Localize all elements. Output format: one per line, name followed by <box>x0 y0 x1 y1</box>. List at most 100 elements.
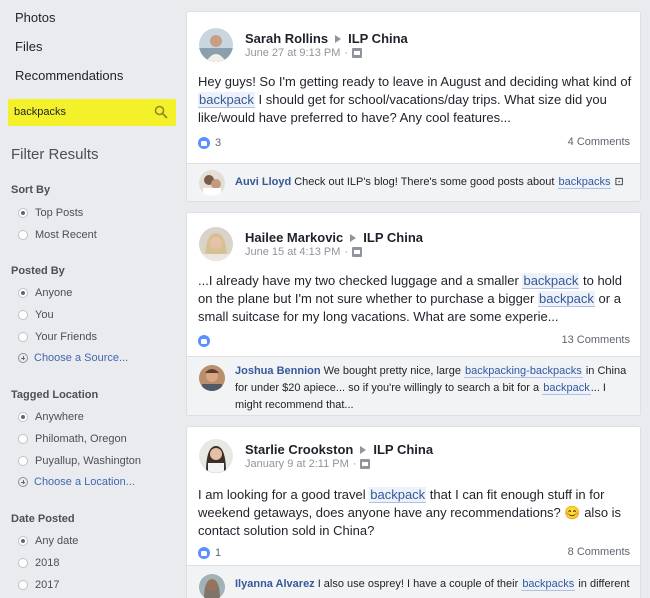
post-meta: January 9 at 2:11 PM · <box>245 458 371 470</box>
date-2017[interactable]: 2017 <box>18 578 59 592</box>
text-segment: in different <box>575 578 630 590</box>
group-name[interactable]: ILP China <box>373 442 433 457</box>
post-meta: June 27 at 9:13 PM · <box>245 47 363 59</box>
post-date[interactable]: June 15 at 4:13 PM <box>245 246 340 258</box>
post-text: Hey guys! So I'm getting ready to leave … <box>198 73 638 127</box>
group-name[interactable]: ILP China <box>363 230 423 245</box>
posted-by-anyone[interactable]: Anyone <box>18 286 72 300</box>
comment-body: Check out ILP's blog! There's some good … <box>294 176 624 189</box>
avatar[interactable] <box>199 28 233 62</box>
text-segment: I am looking for a good travel <box>198 487 370 502</box>
text-segment: I should get for school/vacations/day tr… <box>198 92 607 125</box>
radio-icon <box>18 310 28 320</box>
group-name[interactable]: ILP China <box>348 31 408 46</box>
text-segment: We bought pretty nice, large <box>323 365 464 377</box>
date-2018[interactable]: 2018 <box>18 556 59 570</box>
commenter-avatar[interactable] <box>199 574 225 598</box>
posted-by-you[interactable]: You <box>18 308 54 322</box>
post-header: Hailee Markovic ILP China <box>245 230 423 245</box>
author-name[interactable]: Sarah Rollins <box>245 31 328 46</box>
search-icon[interactable] <box>154 105 168 119</box>
comment-body: I also use osprey! I have a couple of th… <box>318 578 630 591</box>
post-text: I am looking for a good travel backpack … <box>198 486 638 540</box>
sort-most-recent[interactable]: Most Recent <box>18 228 97 242</box>
location-anywhere[interactable]: Anywhere <box>18 410 84 424</box>
like-icon[interactable] <box>198 137 210 149</box>
location-philomath[interactable]: Philomath, Oregon <box>18 432 127 446</box>
filter-results-heading: Filter Results <box>11 146 99 163</box>
comment-text: Ilyanna Alvarez I also use osprey! I have… <box>235 576 635 593</box>
post-date[interactable]: January 9 at 2:11 PM <box>245 458 349 470</box>
radio-selected-icon <box>18 412 28 422</box>
search-highlight: backpack <box>198 92 255 108</box>
commenter-name[interactable]: Joshua Bennion <box>235 365 321 377</box>
commenter-avatar[interactable] <box>199 170 225 196</box>
radio-selected-icon <box>18 288 28 298</box>
choose-location-link[interactable]: Choose a Location... <box>18 475 135 489</box>
comment-count[interactable]: 13 Comments <box>562 334 630 346</box>
nav-photos[interactable]: Photos <box>15 10 55 25</box>
posted-by-heading: Posted By <box>11 265 65 277</box>
radio-icon <box>18 456 28 466</box>
search-query[interactable]: backpacks <box>14 106 66 118</box>
comment-preview: Joshua Bennion We bought pretty nice, lar… <box>187 356 640 415</box>
post-card: Starlie Crookston ILP China January 9 at… <box>186 426 641 598</box>
plus-icon <box>18 353 28 363</box>
search-highlight: backpacks <box>521 578 576 591</box>
group-search-input[interactable]: backpacks <box>8 99 176 126</box>
posted-by-friends[interactable]: Your Friends <box>18 330 97 344</box>
choose-source-link[interactable]: Choose a Source... <box>18 351 128 365</box>
plus-icon <box>18 477 28 487</box>
date-any[interactable]: Any date <box>18 534 78 548</box>
nav-recommendations[interactable]: Recommendations <box>15 68 123 83</box>
search-highlight: backpack <box>369 487 427 503</box>
sort-top-posts[interactable]: Top Posts <box>18 206 83 220</box>
search-highlight: backpacking-backpacks <box>464 365 583 378</box>
text-segment: ⊡ <box>611 176 624 188</box>
triangle-right-icon <box>360 445 367 454</box>
author-name[interactable]: Hailee Markovic <box>245 230 343 245</box>
search-highlight: backpack <box>542 382 591 395</box>
radio-icon <box>18 580 28 590</box>
text-segment: I also use osprey! I have a couple of th… <box>317 578 522 590</box>
nav-files[interactable]: Files <box>15 39 42 54</box>
radio-icon <box>18 332 28 342</box>
like-icon[interactable] <box>198 335 210 347</box>
search-highlight: backpacks <box>557 176 612 189</box>
post-date[interactable]: June 27 at 9:13 PM <box>245 47 340 59</box>
comment-preview: Auvi Lloyd Check out ILP's blog! There's … <box>187 163 640 201</box>
avatar[interactable] <box>199 227 233 261</box>
text-segment: ...I already have my two checked luggage… <box>198 273 523 288</box>
like-count[interactable]: 3 <box>215 137 221 149</box>
post-text: ...I already have my two checked luggage… <box>198 272 638 326</box>
radio-icon <box>18 434 28 444</box>
comment-count[interactable]: 8 Comments <box>568 546 630 558</box>
text-segment: Check out ILP's blog! There's some good … <box>294 176 558 188</box>
author-name[interactable]: Starlie Crookston <box>245 442 353 457</box>
group-privacy-icon <box>360 459 371 469</box>
avatar[interactable] <box>199 439 233 473</box>
commenter-avatar[interactable] <box>199 365 225 391</box>
comment-count[interactable]: 4 Comments <box>568 136 630 148</box>
like-icon[interactable] <box>198 547 210 559</box>
comment-text: Auvi Lloyd Check out ILP's blog! There's … <box>235 174 635 191</box>
left-sidebar: Photos Files Recommendations backpacks F… <box>0 0 186 598</box>
group-privacy-icon <box>352 247 363 257</box>
commenter-name[interactable]: Auvi Lloyd <box>235 176 291 188</box>
like-count[interactable]: 1 <box>215 547 221 559</box>
post-header: Sarah Rollins ILP China <box>245 31 408 46</box>
sort-by-heading: Sort By <box>11 184 51 196</box>
post-header: Starlie Crookston ILP China <box>245 442 433 457</box>
text-segment: Hey guys! So I'm getting ready to leave … <box>198 74 632 89</box>
date-posted-heading: Date Posted <box>11 513 75 525</box>
comment-preview: Ilyanna Alvarez I also use osprey! I have… <box>187 565 640 598</box>
radio-icon <box>18 558 28 568</box>
radio-selected-icon <box>18 536 28 546</box>
comment-text: Joshua Bennion We bought pretty nice, lar… <box>235 363 635 414</box>
radio-icon <box>18 230 28 240</box>
tagged-location-heading: Tagged Location <box>11 389 99 401</box>
triangle-right-icon <box>335 34 342 43</box>
commenter-name[interactable]: Ilyanna Alvarez <box>235 578 315 590</box>
location-puyallup[interactable]: Puyallup, Washington <box>18 454 141 468</box>
post-card: Sarah Rollins ILP China June 27 at 9:13 … <box>186 11 641 202</box>
